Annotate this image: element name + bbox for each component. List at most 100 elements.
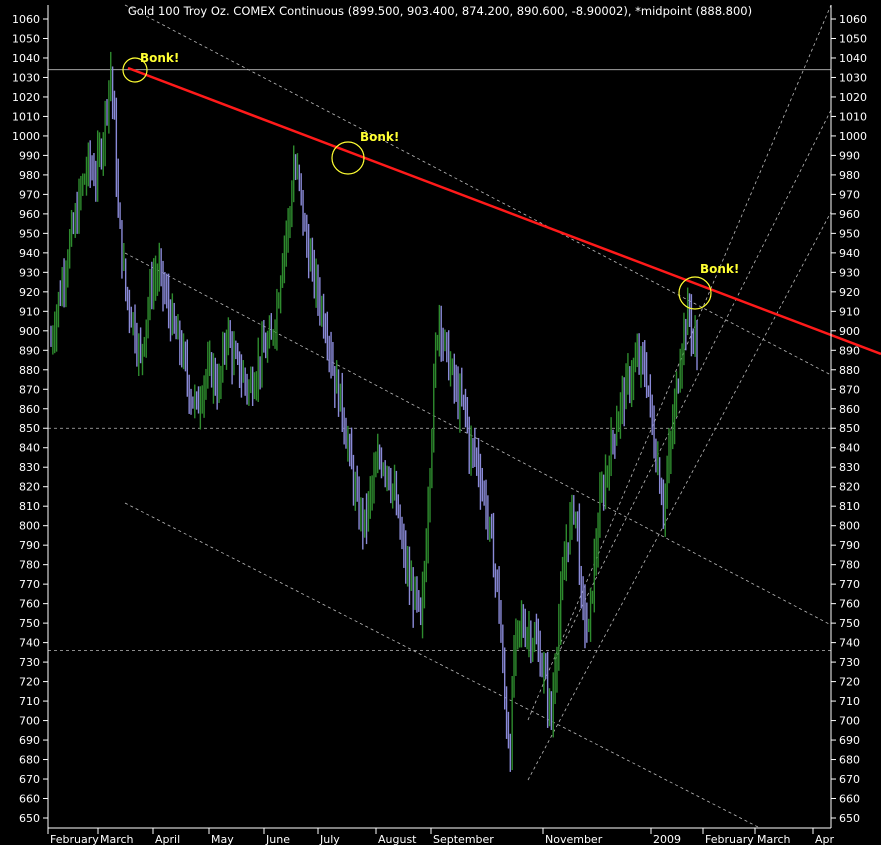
bonk-label: Bonk!	[700, 262, 739, 276]
y-tick-left: 910	[19, 305, 40, 318]
y-tick-right: 760	[839, 598, 860, 611]
y-tick-right: 690	[839, 734, 860, 747]
y-tick-right: 900	[839, 325, 860, 338]
y-tick-left: 660	[19, 793, 40, 806]
y-tick-right: 980	[839, 169, 860, 182]
y-tick-right: 1010	[839, 110, 867, 123]
y-tick-left: 680	[19, 754, 40, 767]
y-tick-left: 670	[19, 773, 40, 786]
y-tick-right: 830	[839, 461, 860, 474]
y-tick-left: 780	[19, 559, 40, 572]
y-tick-left: 690	[19, 734, 40, 747]
x-tick-label: May	[211, 833, 234, 845]
x-tick-label: March	[757, 833, 791, 845]
x-tick-label: 2009	[653, 833, 681, 845]
y-tick-right: 990	[839, 149, 860, 162]
y-tick-right: 950	[839, 227, 860, 240]
x-tick-label: July	[319, 833, 340, 845]
y-tick-left: 970	[19, 188, 40, 201]
y-tick-right: 680	[839, 754, 860, 767]
x-tick-label: August	[378, 833, 417, 845]
x-tick-label: February	[50, 833, 99, 845]
y-tick-left: 650	[19, 812, 40, 825]
x-tick-label: November	[545, 833, 603, 845]
y-tick-right: 780	[839, 559, 860, 572]
y-tick-left: 1010	[12, 110, 40, 123]
y-tick-right: 1020	[839, 91, 867, 104]
y-tick-left: 940	[19, 247, 40, 260]
y-tick-right: 1030	[839, 71, 867, 84]
y-tick-left: 900	[19, 325, 40, 338]
y-tick-left: 860	[19, 403, 40, 416]
x-tick-label: September	[433, 833, 494, 845]
y-tick-left: 950	[19, 227, 40, 240]
bonk-label: Bonk!	[140, 51, 179, 65]
y-tick-right: 940	[839, 247, 860, 260]
y-tick-right: 770	[839, 578, 860, 591]
y-tick-right: 720	[839, 676, 860, 689]
y-tick-left: 810	[19, 500, 40, 513]
y-tick-right: 710	[839, 695, 860, 708]
y-tick-left: 770	[19, 578, 40, 591]
y-tick-right: 860	[839, 403, 860, 416]
x-tick-label: Apr	[815, 833, 835, 845]
chart-title: Gold 100 Troy Oz. COMEX Continuous (899.…	[128, 4, 752, 18]
y-tick-left: 790	[19, 539, 40, 552]
y-tick-left: 740	[19, 637, 40, 650]
y-tick-left: 880	[19, 364, 40, 377]
y-tick-left: 750	[19, 617, 40, 630]
y-tick-left: 1030	[12, 71, 40, 84]
y-tick-left: 990	[19, 149, 40, 162]
y-tick-left: 980	[19, 169, 40, 182]
y-tick-left: 930	[19, 266, 40, 279]
y-tick-left: 870	[19, 383, 40, 396]
y-tick-right: 1050	[839, 32, 867, 45]
y-tick-left: 890	[19, 344, 40, 357]
y-tick-left: 1000	[12, 130, 40, 143]
x-tick-label: February	[705, 833, 754, 845]
chart-background	[0, 0, 881, 845]
y-tick-left: 820	[19, 481, 40, 494]
y-tick-left: 840	[19, 442, 40, 455]
y-tick-right: 960	[839, 208, 860, 221]
y-tick-right: 840	[839, 442, 860, 455]
x-tick-label: April	[155, 833, 180, 845]
y-tick-right: 750	[839, 617, 860, 630]
y-tick-right: 650	[839, 812, 860, 825]
y-tick-right: 1060	[839, 13, 867, 26]
chart: Gold 100 Troy Oz. COMEX Continuous (899.…	[0, 0, 881, 845]
y-tick-left: 720	[19, 676, 40, 689]
y-tick-left: 1050	[12, 32, 40, 45]
y-tick-right: 880	[839, 364, 860, 377]
y-tick-right: 810	[839, 500, 860, 513]
y-tick-right: 920	[839, 286, 860, 299]
y-tick-left: 1060	[12, 13, 40, 26]
y-tick-right: 790	[839, 539, 860, 552]
y-tick-right: 820	[839, 481, 860, 494]
y-tick-left: 960	[19, 208, 40, 221]
y-tick-right: 730	[839, 656, 860, 669]
y-tick-left: 850	[19, 422, 40, 435]
y-tick-right: 930	[839, 266, 860, 279]
bonk-label: Bonk!	[360, 130, 399, 144]
y-tick-right: 670	[839, 773, 860, 786]
y-tick-right: 800	[839, 520, 860, 533]
y-tick-left: 920	[19, 286, 40, 299]
y-tick-right: 890	[839, 344, 860, 357]
y-tick-left: 710	[19, 695, 40, 708]
x-tick-label: June	[265, 833, 290, 845]
y-tick-right: 740	[839, 637, 860, 650]
y-tick-left: 760	[19, 598, 40, 611]
y-tick-left: 1020	[12, 91, 40, 104]
y-tick-right: 700	[839, 715, 860, 728]
y-tick-right: 1000	[839, 130, 867, 143]
x-tick-label: March	[100, 833, 134, 845]
y-tick-right: 910	[839, 305, 860, 318]
y-tick-right: 1040	[839, 52, 867, 65]
y-tick-right: 870	[839, 383, 860, 396]
y-tick-left: 800	[19, 520, 40, 533]
y-tick-left: 830	[19, 461, 40, 474]
y-tick-right: 850	[839, 422, 860, 435]
y-tick-right: 970	[839, 188, 860, 201]
y-tick-right: 660	[839, 793, 860, 806]
